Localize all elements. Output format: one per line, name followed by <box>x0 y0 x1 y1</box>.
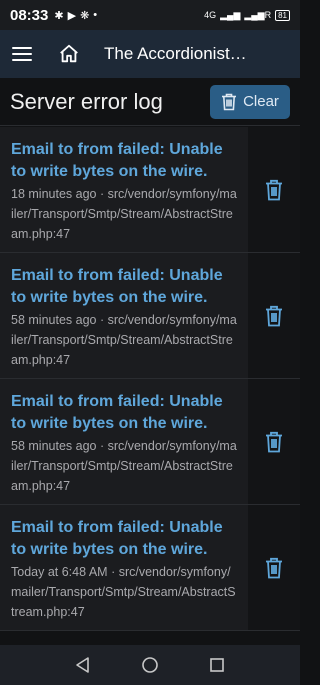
signal-icon-2: ▂▄▆R <box>244 9 272 20</box>
log-entry-content[interactable]: Email to from failed: Unable to write by… <box>0 379 248 504</box>
log-entry: Email to from failed: Unable to write by… <box>0 127 300 253</box>
system-icons: 4G ▂▄▆ ▂▄▆R 81 <box>204 9 290 21</box>
page-title: Server error log <box>10 88 163 114</box>
trash-icon <box>266 305 282 326</box>
battery-icon: 81 <box>275 9 290 21</box>
app-title[interactable]: The Accordionist… <box>104 44 247 64</box>
delete-log-button[interactable] <box>248 127 300 252</box>
page-header: Server error log Clear <box>0 78 300 126</box>
video-icon: ▶ <box>67 9 77 22</box>
log-entry: Email to from failed: Unable to write by… <box>0 253 300 379</box>
log-entry: Email to from failed: Unable to write by… <box>0 505 300 631</box>
app-header: The Accordionist… <box>0 30 300 78</box>
log-time: 18 minutes ago <box>11 187 97 201</box>
log-meta: 58 minutes ago · src/vendor/symfony/mail… <box>11 313 237 367</box>
square-recents-icon[interactable] <box>208 656 226 674</box>
log-time: 58 minutes ago <box>11 439 97 453</box>
log-entry-content[interactable]: Email to from failed: Unable to write by… <box>0 505 248 630</box>
back-icon[interactable] <box>74 656 92 674</box>
log-time: Today at 6:48 AM <box>11 565 108 579</box>
log-meta: 18 minutes ago · src/vendor/symfony/mail… <box>11 187 237 241</box>
log-entry-content[interactable]: Email to from failed: Unable to write by… <box>0 127 248 252</box>
log-message: Email to from failed: Unable to write by… <box>11 519 223 558</box>
notification-icons: ✱ ▶ ❋ • <box>54 9 97 22</box>
trash-icon <box>266 179 282 200</box>
signal-icon: ▂▄▆ <box>220 9 241 20</box>
bluetooth-icon: ✱ <box>54 9 64 22</box>
network-label: 4G <box>204 10 217 20</box>
dot-icon: • <box>93 9 98 21</box>
system-nav-bar <box>0 645 300 685</box>
delete-log-button[interactable] <box>248 253 300 378</box>
error-log-list: Email to from failed: Unable to write by… <box>0 127 300 631</box>
log-message: Email to from failed: Unable to write by… <box>11 141 223 180</box>
circle-home-icon[interactable] <box>141 656 159 674</box>
delete-log-button[interactable] <box>248 379 300 504</box>
status-time: 08:33 <box>10 6 49 24</box>
home-icon[interactable] <box>58 43 80 65</box>
log-meta: 58 minutes ago · src/vendor/symfony/mail… <box>11 439 237 493</box>
delete-log-button[interactable] <box>248 505 300 630</box>
clear-button[interactable]: Clear <box>210 84 290 119</box>
log-meta: Today at 6:48 AM · src/vendor/symfony/ma… <box>11 565 236 619</box>
log-entry-content[interactable]: Email to from failed: Unable to write by… <box>0 253 248 378</box>
log-message: Email to from failed: Unable to write by… <box>11 393 223 432</box>
trash-icon <box>222 93 237 110</box>
status-bar: 08:33 ✱ ▶ ❋ • 4G ▂▄▆ ▂▄▆R 81 <box>0 0 300 30</box>
app-icon: ❋ <box>80 9 90 22</box>
trash-icon <box>266 431 282 452</box>
clear-label: Clear <box>243 93 279 110</box>
menu-icon[interactable] <box>12 44 32 64</box>
log-entry: Email to from failed: Unable to write by… <box>0 379 300 505</box>
log-time: 58 minutes ago <box>11 313 97 327</box>
log-message: Email to from failed: Unable to write by… <box>11 267 223 306</box>
trash-icon <box>266 557 282 578</box>
